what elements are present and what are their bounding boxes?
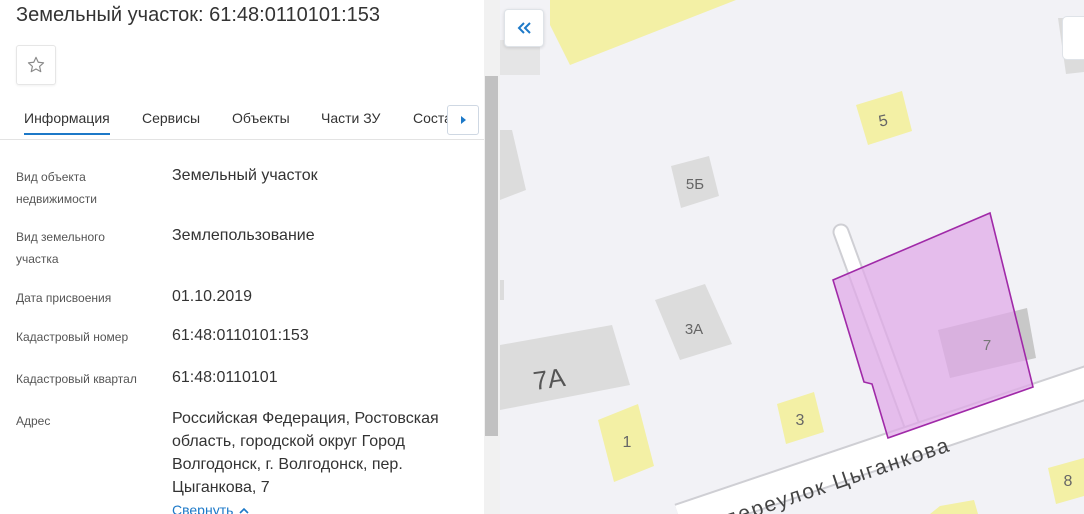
field-value-assignment-date: 01.10.2019	[172, 288, 253, 305]
field-label-cadastral-quarter: Кадастровый квартал	[16, 372, 137, 386]
tab-information[interactable]: Информация	[24, 110, 110, 135]
collapse-panel-button[interactable]	[504, 9, 544, 47]
house-number-5b: 5Б	[686, 176, 704, 193]
caret-right-icon	[461, 116, 466, 124]
field-label-parcel-type: Вид земельного участка	[16, 230, 105, 266]
info-panel: Земельный участок: 61:48:0110101:153 Инф…	[0, 0, 500, 514]
tabs-next-button[interactable]	[447, 105, 479, 135]
double-chevron-left-icon	[517, 22, 531, 34]
map-building-gray-left-mid	[500, 130, 526, 200]
tab-parcel-parts[interactable]: Части ЗУ	[321, 110, 380, 126]
tab-bar: Информация Сервисы Объекты Части ЗУ Сост…	[0, 104, 484, 140]
field-label-address: Адрес	[16, 414, 51, 428]
field-value-cadastral-number: 61:48:0110101:153	[172, 327, 309, 344]
tab-services[interactable]: Сервисы	[142, 110, 200, 126]
field-label-assignment-date: Дата присвоения	[16, 291, 112, 305]
star-icon	[27, 56, 45, 73]
map-control-button[interactable]	[1062, 16, 1084, 60]
panel-scrollbar-thumb[interactable]	[485, 76, 498, 436]
chevron-up-icon	[239, 507, 249, 514]
field-value-address: Российская Федерация, Ростовская область…	[172, 410, 439, 496]
house-number-7a: 7А	[531, 362, 567, 396]
collapse-link[interactable]: Свернуть	[172, 502, 249, 514]
field-value-parcel-type: Землепользование	[172, 227, 315, 244]
house-number-7: 7	[983, 337, 991, 354]
house-number-1: 1	[623, 434, 632, 451]
page-title: Земельный участок: 61:48:0110101:153	[16, 4, 381, 26]
street-label: переулок Цыганкова	[722, 433, 953, 514]
favorite-button[interactable]	[16, 45, 56, 85]
map-building-7a	[500, 325, 630, 410]
map-building-bottom	[930, 500, 978, 514]
house-number-3a: 3А	[685, 321, 703, 338]
field-value-object-type: Земельный участок	[172, 167, 318, 184]
map-building-yellow-top	[550, 0, 736, 65]
field-label-object-type: Вид объекта недвижимости	[16, 170, 97, 206]
map-canvas: 5 5Б 3А 7А 7 1 3 8 переулок Цыганкова	[500, 0, 1084, 514]
field-label-cadastral-number: Кадастровый номер	[16, 330, 129, 344]
house-number-3: 3	[796, 412, 805, 429]
map-building-gray-left-low	[500, 280, 504, 300]
tab-objects[interactable]: Объекты	[232, 110, 290, 126]
field-value-cadastral-quarter: 61:48:0110101	[172, 369, 278, 386]
house-number-8: 8	[1064, 473, 1073, 490]
map-view[interactable]: 5 5Б 3А 7А 7 1 3 8 переулок Цыганкова	[500, 0, 1084, 514]
collapse-link-label: Свернуть	[172, 502, 234, 514]
